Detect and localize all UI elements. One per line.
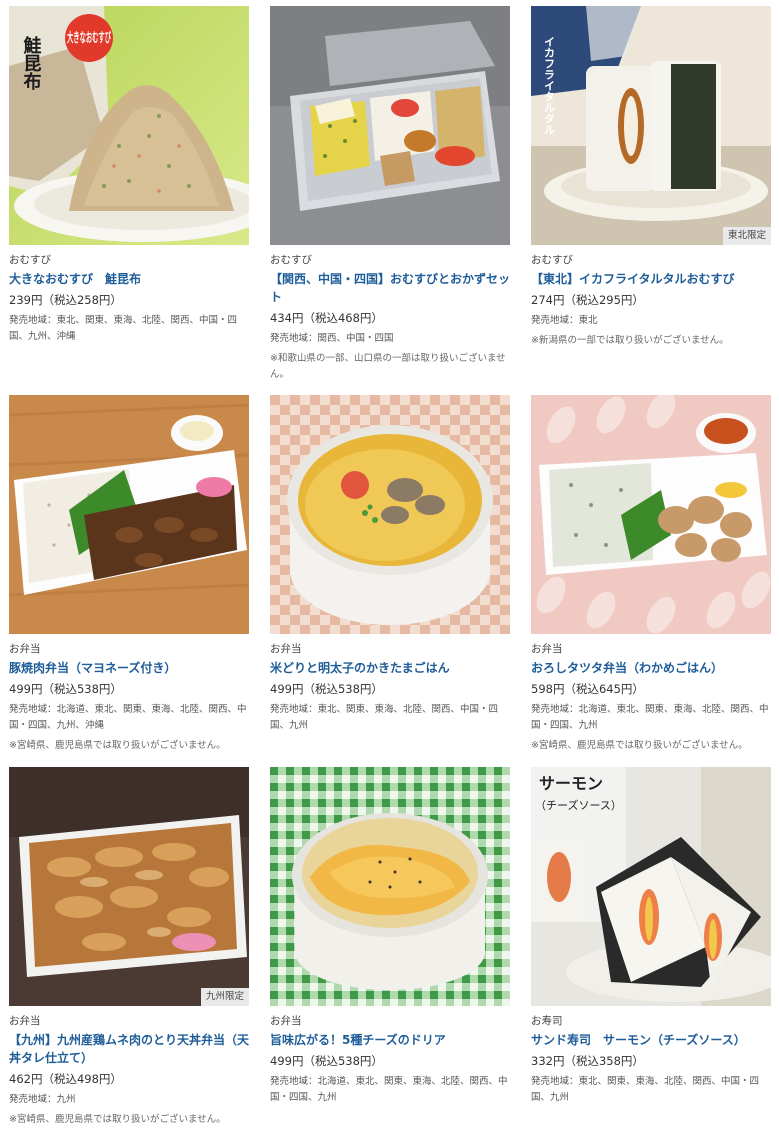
toriten-don-bento-image	[9, 767, 249, 1006]
package-label-text: 鮭昆布	[21, 35, 43, 91]
product-card: おむすび 【関西、中国・四国】おむすびとおかずセット 434円（税込468円） …	[270, 6, 510, 383]
product-image[interactable]	[270, 767, 510, 1006]
product-price: 274円（税込295円）	[531, 293, 644, 307]
sales-area: 発売地域：関西、中国・四国	[270, 333, 394, 344]
sales-note: ※新潟県の一部では取り扱いがございません。	[531, 335, 729, 346]
product-price: 499円（税込538円）	[270, 682, 383, 696]
product-name-link[interactable]: おろしタツタ弁当（わかめごはん）	[531, 659, 771, 677]
product-price: 499円（税込538円）	[9, 682, 122, 696]
product-image[interactable]: 大きなおむすび 鮭昆布	[9, 6, 249, 245]
sales-area: 発売地域：北海道、東北、関東、東海、北陸、関西、中国・四国、九州	[270, 1076, 508, 1103]
package-label-text: イカフライタルタル	[543, 36, 556, 135]
package-brand-text: 大きなおむすび	[67, 30, 111, 46]
product-name-link[interactable]: 【関西、中国・四国】おむすびとおかずセット	[270, 270, 510, 306]
product-category: お弁当	[270, 1015, 302, 1027]
product-card: サーモン （チーズソース） お寿司 サンド寿司 サーモン（チーズソース） 332…	[531, 767, 771, 1106]
product-card: お弁当 おろしタツタ弁当（わかめごはん） 598円（税込645円） 発売地域：北…	[531, 395, 771, 754]
sales-area: 発売地域：東北	[531, 315, 598, 326]
region-limited-badge: 九州限定	[200, 988, 249, 1006]
product-card: 九州限定 お弁当 【九州】九州産鶏ムネ肉のとり天丼弁当（天丼タレ仕立て） 462…	[9, 767, 249, 1128]
product-category: おむすび	[9, 254, 51, 266]
oroshi-tatsuta-bento-image	[531, 395, 771, 634]
product-image[interactable]	[9, 395, 249, 634]
product-price: 332円（税込358円）	[531, 1054, 644, 1068]
product-category: お弁当	[9, 643, 41, 655]
product-image[interactable]: イカフライタルタル 東北限定	[531, 6, 771, 245]
sales-note: ※宮崎県、鹿児島県では取り扱いがございません。	[9, 1114, 226, 1125]
product-price: 462円（税込498円）	[9, 1072, 122, 1086]
package-label-text: サーモン	[539, 774, 603, 793]
sales-area: 発売地域：九州	[9, 1094, 76, 1105]
product-price: 598円（税込645円）	[531, 682, 644, 696]
region-limited-badge: 東北限定	[722, 227, 771, 245]
product-name-link[interactable]: 【東北】イカフライタルタルおむすび	[531, 270, 771, 288]
product-price: 239円（税込258円）	[9, 293, 122, 307]
product-category: お寿司	[531, 1015, 563, 1027]
sales-area: 発売地域：北海道、東北、関東、東海、北陸、関西、中国・四国、九州、沖縄	[9, 704, 247, 731]
sales-note: ※宮崎県、鹿児島県では取り扱いがございません。	[9, 740, 226, 751]
pork-yakiniku-bento-image	[9, 395, 249, 634]
kakitama-gohan-image	[270, 395, 510, 634]
product-card: お弁当 豚焼肉弁当（マヨネーズ付き） 499円（税込538円） 発売地域：北海道…	[9, 395, 249, 754]
product-name-link[interactable]: 【九州】九州産鶏ムネ肉のとり天丼弁当（天丼タレ仕立て）	[9, 1031, 249, 1067]
sales-area: 発売地域：東北、関東、東海、北陸、関西、中国・四国、九州	[270, 704, 499, 731]
product-card: 大きなおむすび 鮭昆布 おむすび 大きなおむすび 鮭昆布 239円（税込258円…	[9, 6, 249, 345]
product-category: お弁当	[9, 1015, 41, 1027]
product-image[interactable]	[270, 6, 510, 245]
product-card: イカフライタルタル 東北限定 おむすび 【東北】イカフライタルタルおむすび 27…	[531, 6, 771, 349]
product-name-link[interactable]: 大きなおむすび 鮭昆布	[9, 270, 249, 288]
product-image[interactable]: 九州限定	[9, 767, 249, 1006]
product-card: お弁当 米どりと明太子のかきたまごはん 499円（税込538円） 発売地域：東北…	[270, 395, 510, 734]
sales-note: ※宮崎県、鹿児島県では取り扱いがございません。	[531, 740, 748, 751]
sales-note: ※和歌山県の一部、山口県の一部は取り扱いございません。	[270, 353, 506, 380]
product-card: お弁当 旨味広がる！5種チーズのドリア 499円（税込538円） 発売地域：北海…	[270, 767, 510, 1106]
product-image[interactable]	[531, 395, 771, 634]
onigiri-squid-fry-image: イカフライタルタル	[531, 6, 771, 245]
sand-sushi-salmon-image: サーモン （チーズソース）	[531, 767, 771, 1006]
product-image[interactable]: サーモン （チーズソース）	[531, 767, 771, 1006]
product-price: 499円（税込538円）	[270, 1054, 383, 1068]
product-name-link[interactable]: 豚焼肉弁当（マヨネーズ付き）	[9, 659, 249, 677]
product-name-link[interactable]: サンド寿司 サーモン（チーズソース）	[531, 1031, 771, 1049]
product-price: 434円（税込468円）	[270, 311, 383, 325]
package-sub-text: （チーズソース）	[535, 798, 622, 812]
sales-area: 発売地域：東北、関東、東海、北陸、関西、中国・四国、九州	[531, 1076, 760, 1103]
product-name-link[interactable]: 米どりと明太子のかきたまごはん	[270, 659, 510, 677]
product-category: おむすび	[270, 254, 312, 266]
sales-area: 発売地域：東北、関東、東海、北陸、関西、中国・四国、九州、沖縄	[9, 315, 238, 342]
cheese-doria-image	[270, 767, 510, 1006]
onigiri-salmon-kombu-image: 大きなおむすび 鮭昆布	[9, 6, 249, 245]
sales-area: 発売地域：北海道、東北、関東、東海、北陸、関西、中国・四国、九州	[531, 704, 769, 731]
product-category: おむすび	[531, 254, 573, 266]
product-category: お弁当	[531, 643, 563, 655]
product-image[interactable]	[270, 395, 510, 634]
onigiri-okazu-set-image	[270, 6, 510, 245]
product-name-link[interactable]: 旨味広がる！5種チーズのドリア	[270, 1031, 510, 1049]
product-category: お弁当	[270, 643, 302, 655]
